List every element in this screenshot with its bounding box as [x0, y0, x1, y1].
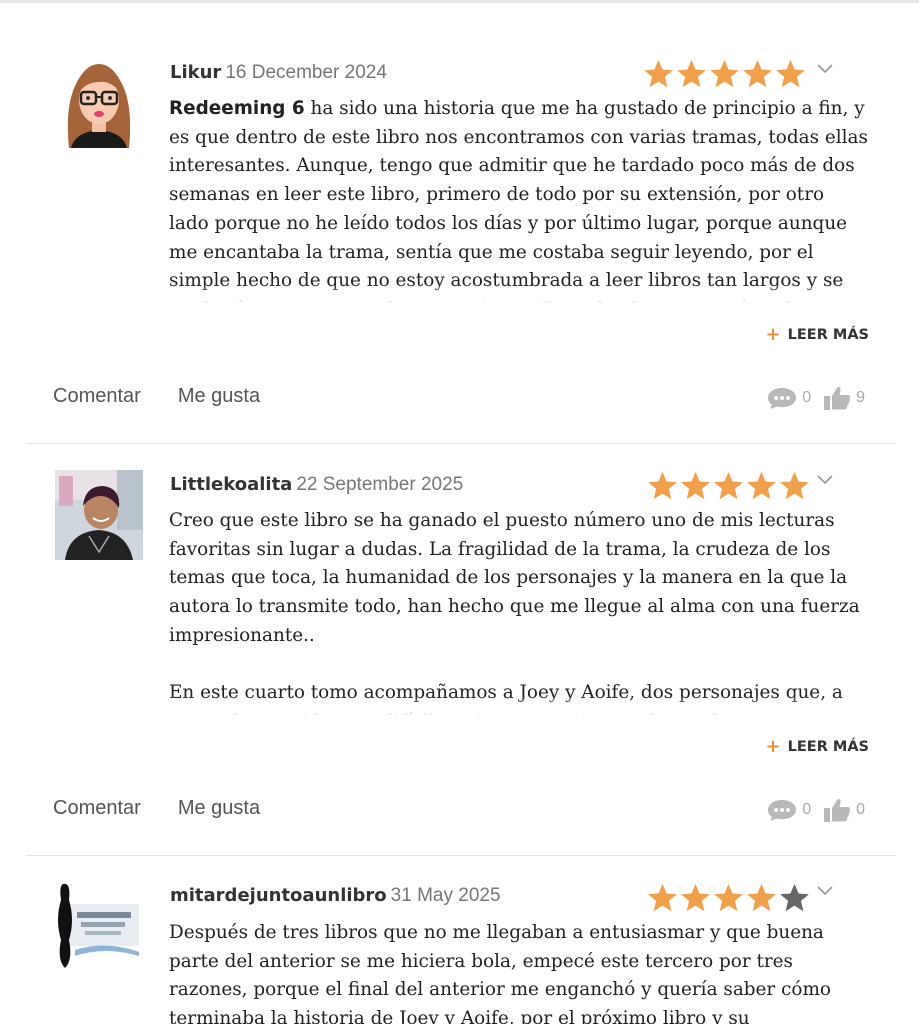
avatar[interactable]: [55, 880, 143, 970]
star-filled-icon: [714, 883, 743, 912]
star-empty-icon: [780, 883, 809, 912]
chevron-down-icon[interactable]: [816, 885, 834, 897]
review-text: Después de tres libros que no me llegaba…: [169, 922, 831, 1024]
review-author[interactable]: mitardejuntoaunlibro: [170, 885, 387, 906]
star-filled-icon: [681, 883, 710, 912]
review-item: mitardejuntoaunlibro 31 May 2025 Después …: [0, 0, 919, 1024]
star-filled-icon: [648, 883, 677, 912]
star-filled-icon: [747, 883, 776, 912]
review-date: 31 May 2025: [390, 885, 501, 906]
star-rating: [646, 882, 811, 914]
